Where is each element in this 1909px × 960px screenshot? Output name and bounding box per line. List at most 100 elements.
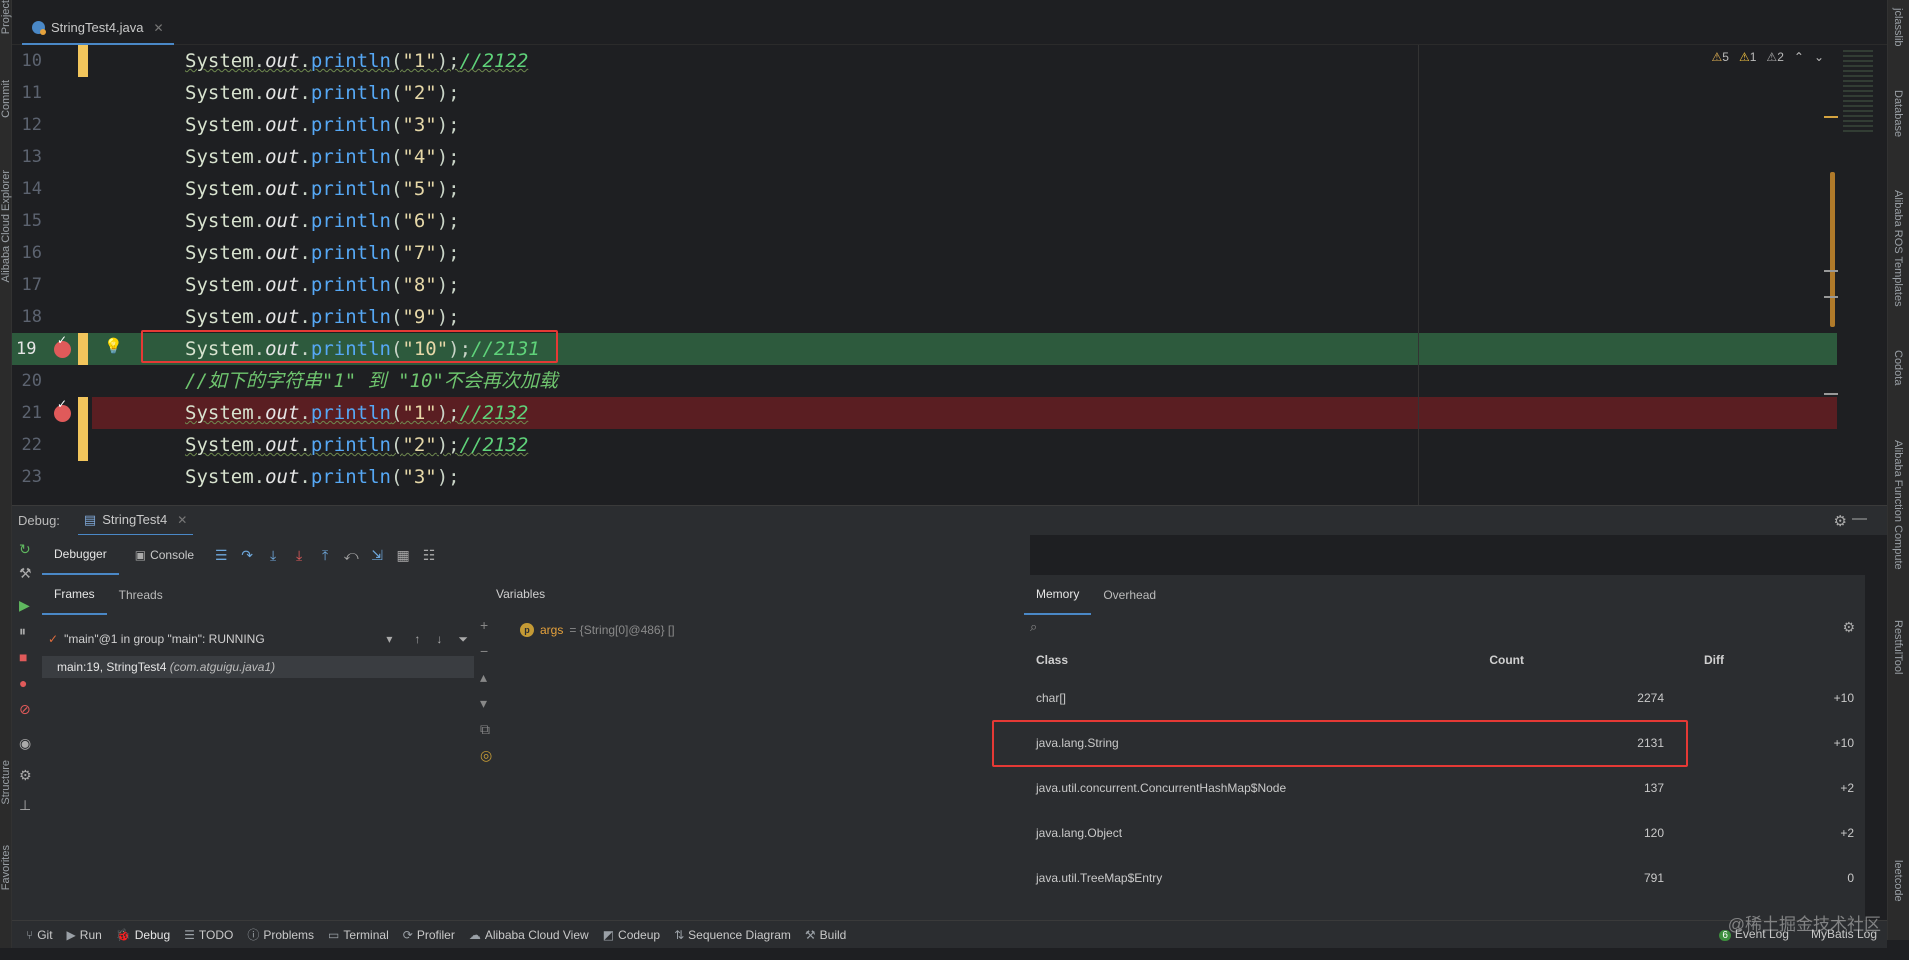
breakpoint-icon[interactable] xyxy=(54,397,71,422)
pin-icon[interactable]: ⊥ xyxy=(19,797,31,814)
minimap[interactable] xyxy=(1843,50,1873,135)
tab-frames[interactable]: Frames xyxy=(42,575,107,615)
code-line[interactable]: System.out.println("6"); xyxy=(92,205,1837,237)
bottom-tab-problems[interactable]: ⓘ Problems xyxy=(247,926,314,943)
drop-frame-icon[interactable]: ⤺ xyxy=(340,547,362,564)
warning-count-1[interactable]: ⚠5 xyxy=(1712,50,1729,64)
step-out-icon[interactable]: ⤒ xyxy=(314,547,336,564)
code-line[interactable]: System.out.println("9"); xyxy=(92,301,1837,333)
column-diff[interactable]: Diff xyxy=(1624,653,1724,667)
bottom-tab-run[interactable]: ▶ Run xyxy=(67,928,102,942)
left-tool-commit[interactable]: Commit xyxy=(0,80,12,118)
add-icon[interactable]: + xyxy=(480,617,488,633)
code-line[interactable]: System.out.println("3"); xyxy=(92,461,1837,493)
bottom-tab-codeup[interactable]: ◩ Codeup xyxy=(603,928,660,942)
column-class[interactable]: Class xyxy=(1036,653,1068,667)
gear-icon[interactable]: ⚙ xyxy=(1842,619,1855,636)
left-tool-favorites[interactable]: Favorites xyxy=(0,845,12,890)
camera-icon[interactable]: ◉ xyxy=(19,735,31,752)
bottom-tab-sequence-diagram[interactable]: ⇅ Sequence Diagram xyxy=(674,928,791,942)
glasses-icon[interactable]: ◎ xyxy=(480,747,492,764)
editor-tab-stringtest4[interactable]: StringTest4.java ✕ xyxy=(22,12,174,45)
run-to-cursor-icon[interactable]: ⇲ xyxy=(366,547,388,564)
tab-overhead[interactable]: Overhead xyxy=(1091,575,1168,615)
line-number[interactable]: 11 xyxy=(14,77,42,109)
wrench-icon[interactable]: ⚒ xyxy=(19,565,32,582)
view-breakpoints-icon[interactable]: ● xyxy=(19,675,27,691)
editor-scrollbar-thumb[interactable] xyxy=(1830,172,1835,327)
bottom-tab-build[interactable]: ⚒ Build xyxy=(805,928,846,942)
settings-icon[interactable]: ⚙ xyxy=(19,767,32,784)
code-line[interactable]: System.out.println("1");//2132 xyxy=(92,397,1837,429)
debug-session-tab[interactable]: ▤ StringTest4 ✕ xyxy=(77,506,194,536)
code-line[interactable]: System.out.println("8"); xyxy=(92,269,1837,301)
close-icon[interactable]: ✕ xyxy=(177,513,187,527)
code-line[interactable]: System.out.println("7"); xyxy=(92,237,1837,269)
chevron-down-icon[interactable]: ⌄ xyxy=(1814,50,1824,64)
arrow-up-icon[interactable]: ↑ xyxy=(414,632,420,646)
table-row[interactable]: char[] 2274 +10 xyxy=(1024,675,1865,720)
line-number[interactable]: 15 xyxy=(14,205,42,237)
tab-threads[interactable]: Threads xyxy=(107,575,175,615)
trace-icon[interactable]: ☷ xyxy=(418,547,440,564)
bottom-tab-todo[interactable]: ☰ TODO xyxy=(184,928,233,942)
filter-icon[interactable]: ⏷ xyxy=(458,632,468,647)
mute-breakpoints-icon[interactable]: ⊘ xyxy=(19,701,31,718)
column-count[interactable]: Count xyxy=(1414,653,1524,667)
thread-selector[interactable]: ✓ "main"@1 in group "main": RUNNING ▾ ↑ … xyxy=(48,627,468,651)
line-number[interactable]: 10 xyxy=(14,45,42,77)
remove-icon[interactable]: − xyxy=(480,643,488,659)
right-tool-database[interactable]: Database xyxy=(1892,90,1904,137)
line-number[interactable]: 21 xyxy=(14,397,42,429)
line-number[interactable]: 17 xyxy=(14,269,42,301)
code-line[interactable]: System.out.println("5"); xyxy=(92,173,1837,205)
gear-icon[interactable]: ⚙ xyxy=(1834,512,1847,530)
right-tool-restfultool[interactable]: RestfulTool xyxy=(1892,620,1904,674)
breakpoint-icon[interactable] xyxy=(54,333,71,358)
tab-console[interactable]: ▣ Console xyxy=(123,535,206,575)
copy-icon[interactable]: ⧉ xyxy=(480,721,490,738)
move-up-icon[interactable]: ▴ xyxy=(480,669,487,686)
table-row[interactable]: java.util.concurrent.ConcurrentHashMap$N… xyxy=(1024,765,1865,810)
right-tool-function-compute[interactable]: Alibaba Function Compute xyxy=(1892,440,1904,570)
inspection-widget[interactable]: ⚠5 ⚠1 ⚠2 ⌃ ⌄ xyxy=(1712,50,1824,64)
tab-debugger[interactable]: Debugger xyxy=(42,535,119,575)
code-line[interactable]: System.out.println("3"); xyxy=(92,109,1837,141)
line-number[interactable]: 22 xyxy=(14,429,42,461)
warning-count-3[interactable]: ⚠2 xyxy=(1766,50,1783,64)
line-number[interactable]: 20 xyxy=(14,365,42,397)
lightbulb-icon[interactable]: 💡 xyxy=(104,337,123,355)
line-number[interactable]: 14 xyxy=(14,173,42,205)
stop-icon[interactable]: ■ xyxy=(19,649,27,665)
arrow-down-icon[interactable]: ↓ xyxy=(436,632,442,646)
step-over-icon[interactable]: ↷ xyxy=(236,547,258,564)
step-into-icon[interactable]: ⤓ xyxy=(262,547,284,564)
resume-icon[interactable]: ▶ xyxy=(19,597,30,614)
line-number[interactable]: 12 xyxy=(14,109,42,141)
rerun-icon[interactable]: ↻ xyxy=(19,541,31,558)
right-tool-jclasslib[interactable]: jclasslib xyxy=(1892,8,1904,47)
left-tool-structure[interactable]: Structure xyxy=(0,760,12,805)
left-tool-project[interactable]: Project xyxy=(0,0,12,34)
search-icon[interactable]: ⌕ xyxy=(1030,619,1037,635)
table-row[interactable]: java.util.TreeMap$Entry 791 0 xyxy=(1024,855,1865,900)
left-tool-cloud-explorer[interactable]: Alibaba Cloud Explorer xyxy=(0,170,12,283)
close-icon[interactable]: ✕ xyxy=(154,21,164,35)
line-number[interactable]: 16 xyxy=(14,237,42,269)
pause-icon[interactable]: ⏸ xyxy=(19,623,26,640)
line-number[interactable]: 18 xyxy=(14,301,42,333)
code-editor[interactable]: System.out.println("1");//2122 System.out… xyxy=(92,45,1837,505)
code-line[interactable]: //如下的字符串"1" 到 "10"不会再次加载 xyxy=(92,365,1837,397)
chevron-up-icon[interactable]: ⌃ xyxy=(1794,50,1804,64)
table-row[interactable]: java.lang.Object 120 +2 xyxy=(1024,810,1865,855)
line-number[interactable]: 13 xyxy=(14,141,42,173)
line-number[interactable]: 23 xyxy=(14,461,42,493)
bottom-tab-profiler[interactable]: ⟳ Profiler xyxy=(403,928,455,942)
code-line[interactable]: System.out.println("1");//2122 xyxy=(92,45,1837,77)
right-tool-ros-templates[interactable]: Alibaba ROS Templates xyxy=(1892,190,1904,307)
force-step-into-icon[interactable]: ⤓ xyxy=(288,547,310,564)
move-down-icon[interactable]: ▾ xyxy=(480,695,487,712)
list-icon[interactable]: ☰ xyxy=(210,547,232,564)
warning-count-2[interactable]: ⚠1 xyxy=(1739,50,1756,64)
variable-row-args[interactable]: p args = {String[0]@486} [] xyxy=(520,623,675,637)
